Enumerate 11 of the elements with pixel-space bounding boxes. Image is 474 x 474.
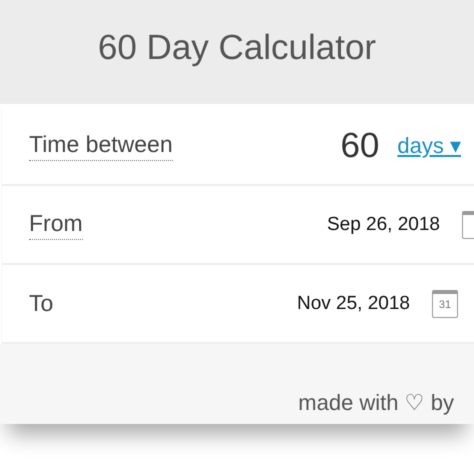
field-label: Time between: [29, 130, 173, 160]
field-label: From: [29, 210, 83, 240]
duration-value[interactable]: 60: [340, 126, 380, 166]
calendar-icon[interactable]: 31: [432, 290, 458, 318]
date-value[interactable]: Sep 26, 2018: [326, 214, 440, 236]
date-value[interactable]: Nov 25, 2018: [296, 292, 410, 314]
footer-text: made with ♡ by: [298, 390, 454, 416]
unit-dropdown[interactable]: days ▾: [397, 132, 461, 158]
calculator-title: 60 Day Calculator: [98, 28, 376, 69]
field-label: To: [29, 290, 54, 317]
calendar-day: 31: [438, 299, 452, 311]
